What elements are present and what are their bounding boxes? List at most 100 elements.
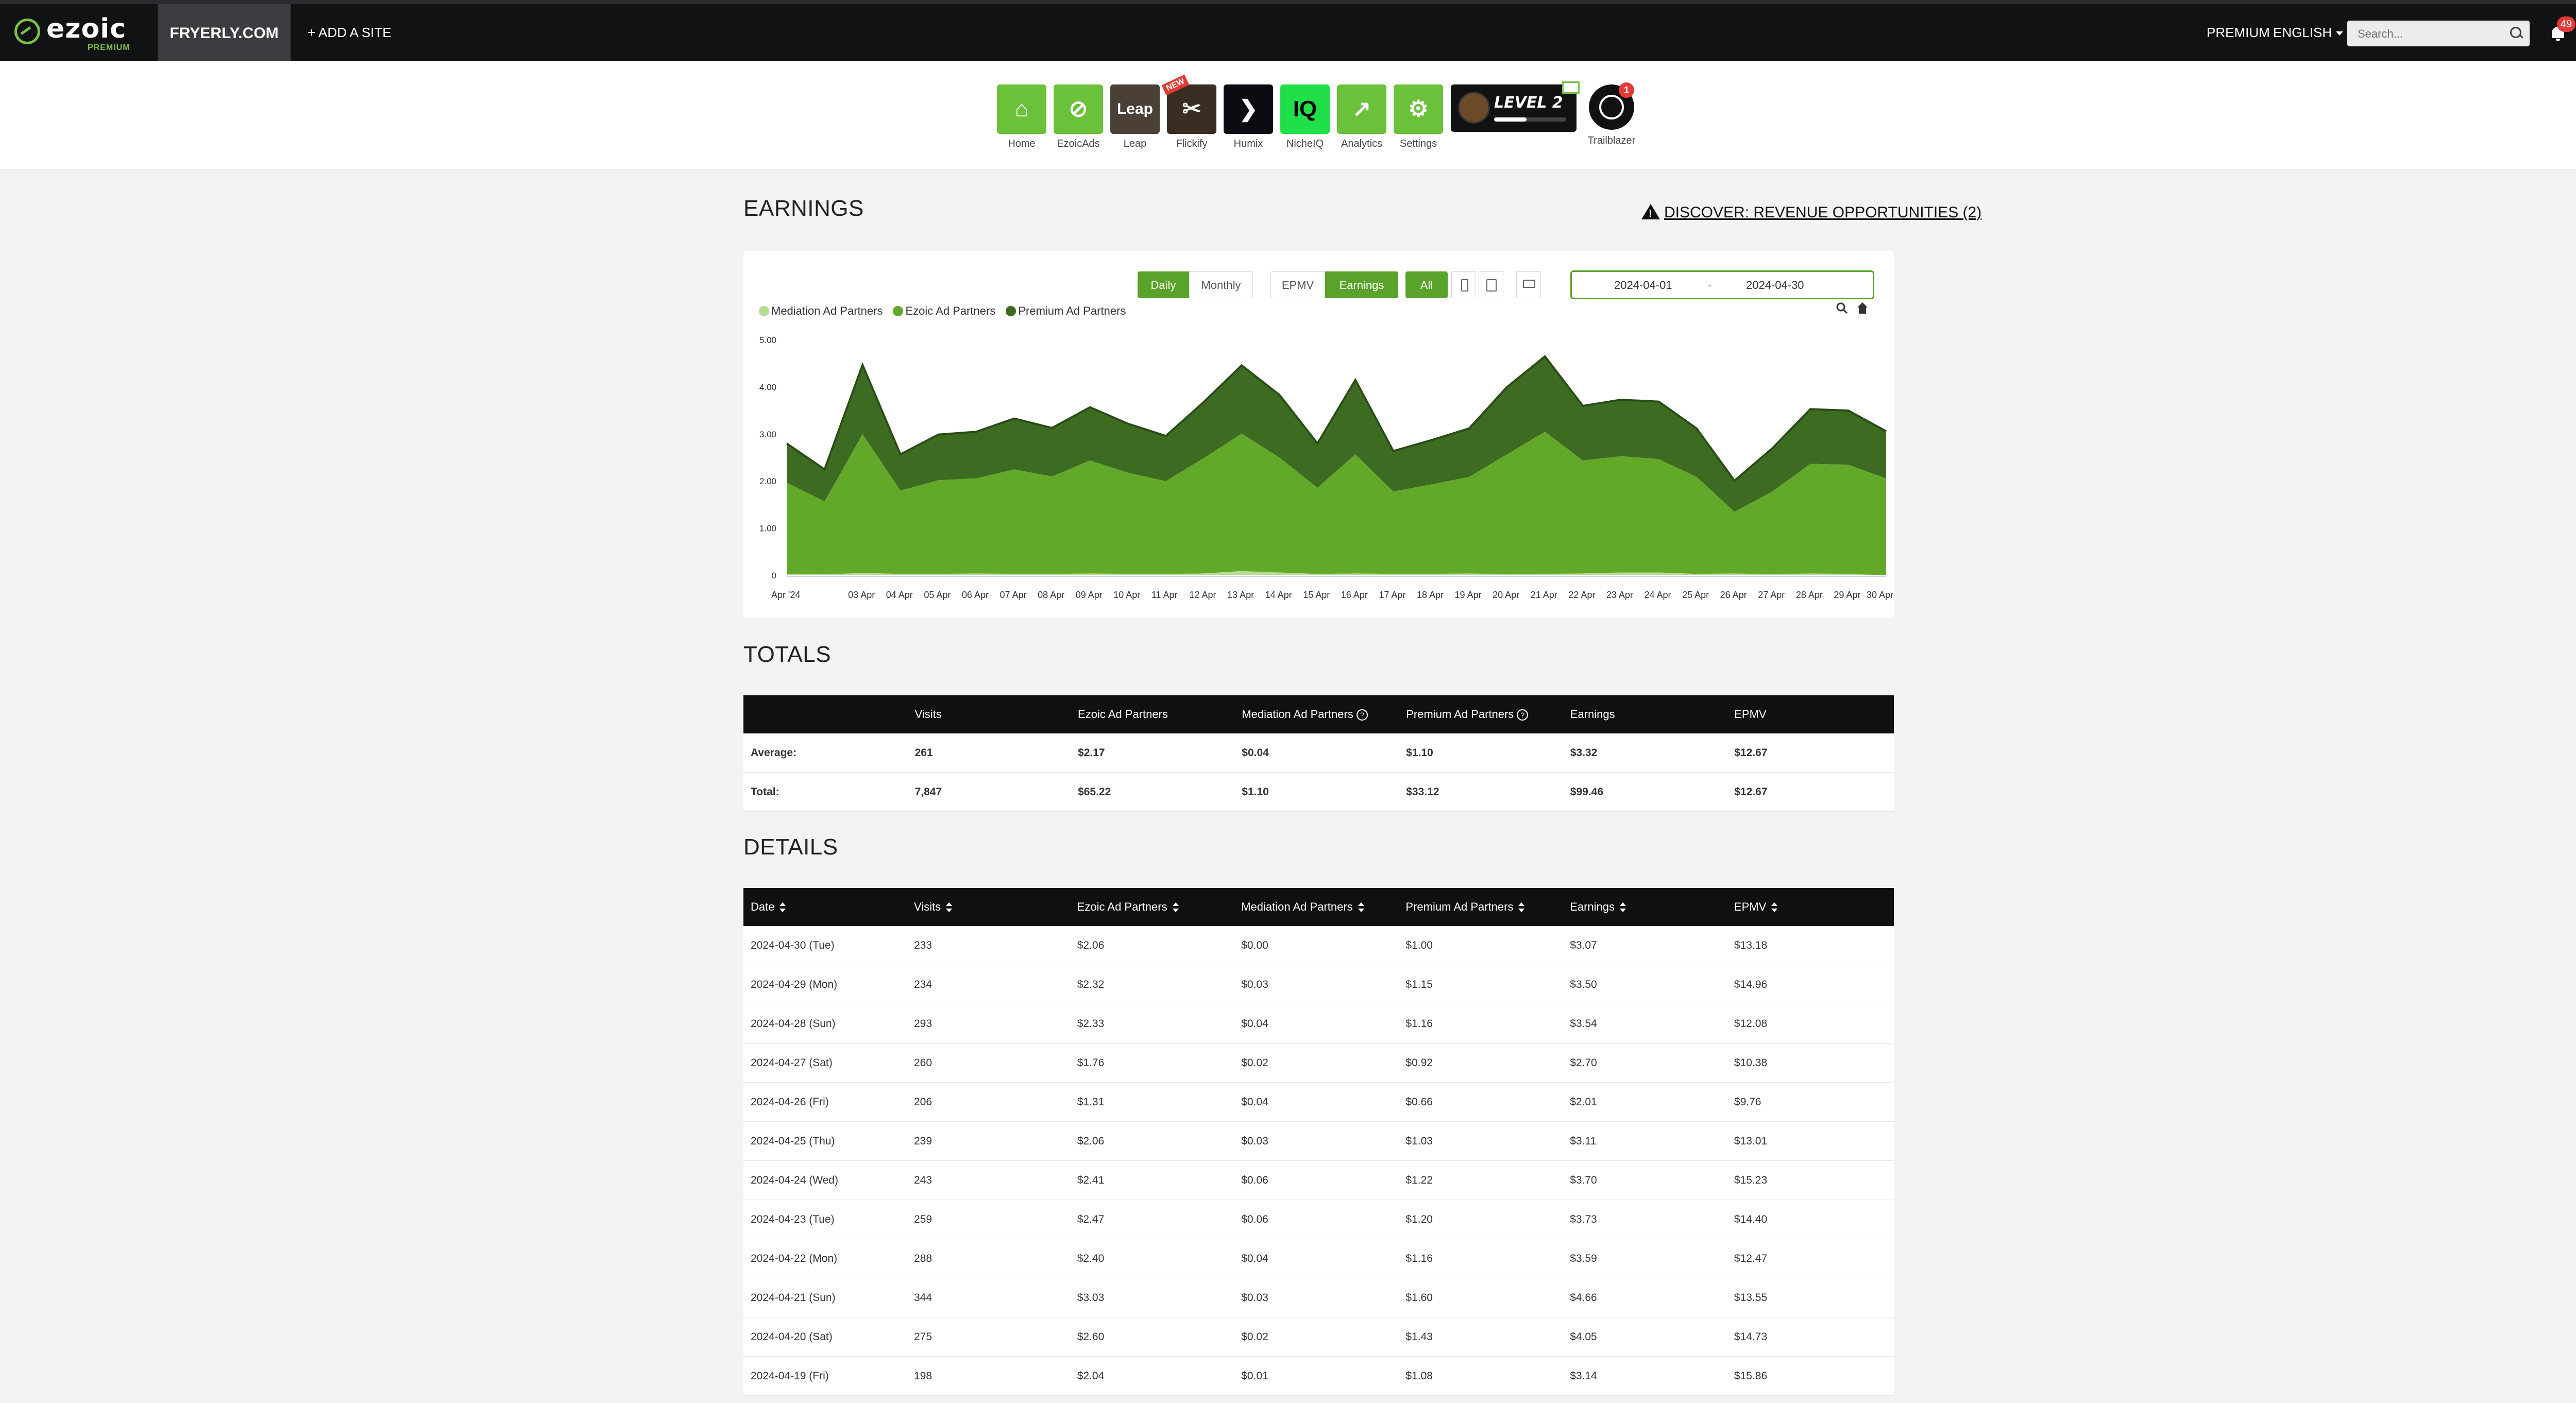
app-humix[interactable]: ❯ Humix	[1224, 84, 1273, 150]
ezoic-logo[interactable]: ezoic PREMIUM	[14, 13, 143, 52]
app-glyph: ⌂	[1014, 96, 1029, 122]
epmv-button[interactable]: EPMV	[1270, 271, 1325, 298]
level-badge[interactable]: LEVEL 2	[1451, 84, 1577, 132]
desktop-device-icon[interactable]	[1516, 271, 1541, 298]
site-name: FRYERLY.COM	[170, 25, 279, 42]
sort-icon[interactable]	[1771, 901, 1778, 914]
legend-item[interactable]: Ezoic Ad Partners	[893, 304, 995, 318]
x-tick-label: 30 Apr	[1867, 590, 1893, 600]
table-cell: $1.00	[1398, 926, 1563, 965]
level-text: LEVEL 2	[1494, 94, 1563, 112]
date-range-picker[interactable]: 2024-04-01 - 2024-04-30	[1570, 270, 1874, 299]
sort-icon[interactable]	[946, 901, 953, 914]
trailblazer-app[interactable]: 1 Trailblazer	[1587, 81, 1636, 147]
column-header-label: Ezoic Ad Partners	[1078, 708, 1168, 721]
column-header[interactable]: Mediation Ad Partners	[1234, 888, 1399, 926]
column-header[interactable]: Earnings	[1563, 888, 1727, 926]
column-header[interactable]: Ezoic Ad Partners	[1070, 888, 1234, 926]
search-input[interactable]	[2357, 24, 2508, 44]
table-cell: Average:	[743, 733, 908, 773]
column-header[interactable]: EPMV	[1726, 888, 1894, 926]
table-cell: 261	[907, 733, 1071, 773]
table-cell: $3.70	[1563, 1160, 1727, 1200]
daily-button[interactable]: Daily	[1138, 271, 1189, 298]
ezoic-logo-icon	[14, 19, 40, 44]
mobile-device-icon[interactable]	[1451, 271, 1476, 298]
x-tick-label: 15 Apr	[1303, 590, 1330, 600]
area-series-premium-ad-partners	[787, 356, 1886, 512]
search-icon[interactable]	[2510, 27, 2521, 38]
x-tick-label: 17 Apr	[1379, 590, 1405, 600]
table-cell: $12.67	[1727, 772, 1894, 812]
table-row: 2024-04-27 (Sat) 260 $1.76 $0.02 $0.92 $2.70 $…	[743, 1043, 1894, 1083]
table-cell: $0.02	[1234, 1317, 1399, 1357]
site-selector[interactable]: FRYERLY.COM	[158, 4, 291, 61]
premium-link[interactable]: PREMIUM	[2207, 25, 2270, 41]
table-row: 2024-04-21 (Sun) 344 $3.03 $0.03 $1.60 $4.66 $…	[743, 1278, 1894, 1318]
sort-icon[interactable]	[1620, 901, 1626, 914]
app-label: Settings	[1399, 138, 1437, 149]
sort-icon[interactable]	[1172, 901, 1179, 914]
nicheiq-icon: IQ	[1280, 84, 1330, 134]
table-cell: $0.00	[1234, 926, 1399, 965]
date-to[interactable]: 2024-04-30	[1746, 279, 1804, 292]
zoom-icon[interactable]	[1836, 302, 1848, 314]
help-icon[interactable]: ?	[1356, 709, 1368, 721]
table-cell: 2024-04-25 (Thu)	[743, 1121, 907, 1161]
table-cell: $2.06	[1070, 1121, 1234, 1161]
app-leap[interactable]: Leap Leap	[1110, 84, 1160, 150]
envelope-icon[interactable]	[1562, 81, 1580, 94]
table-cell: $1.31	[1070, 1082, 1234, 1122]
app-home[interactable]: ⌂ Home	[997, 84, 1046, 150]
legend-label: Mediation Ad Partners	[771, 304, 883, 317]
table-row: 2024-04-28 (Sun) 293 $2.33 $0.04 $1.16 $3.54 $…	[743, 1004, 1894, 1043]
earnings-button[interactable]: Earnings	[1325, 271, 1398, 298]
table-cell: $0.04	[1234, 733, 1399, 773]
sort-icon[interactable]	[1518, 901, 1525, 914]
language-dropdown[interactable]: ENGLISH	[2273, 25, 2344, 41]
app-nicheiq[interactable]: IQ NicheIQ	[1280, 84, 1330, 150]
table-row: 2024-04-19 (Fri) 198 $2.04 $0.01 $1.08 $3.14 $…	[743, 1356, 1894, 1396]
column-header: Mediation Ad Partners?	[1234, 695, 1399, 733]
table-cell: $4.05	[1563, 1317, 1727, 1357]
legend-item[interactable]: Mediation Ad Partners	[759, 304, 883, 318]
legend-swatch	[893, 306, 904, 316]
x-tick-label: Apr '24	[771, 590, 800, 600]
x-tick-label: 21 Apr	[1531, 590, 1557, 600]
logo-wordmark: ezoic	[46, 13, 126, 44]
column-header[interactable]: Premium Ad Partners	[1398, 888, 1563, 926]
help-icon[interactable]: ?	[1517, 709, 1529, 721]
app-flickify[interactable]: ✂ NEW Flickify	[1161, 74, 1216, 150]
search-box[interactable]	[2347, 21, 2530, 46]
y-tick-label: 4.00	[759, 382, 776, 392]
add-site-link[interactable]: + ADD A SITE	[308, 25, 392, 41]
legend-item[interactable]: Premium Ad Partners	[1006, 304, 1126, 318]
area-series-ezoic-ad-partners	[787, 432, 1886, 575]
details-table: Date Visits Ezoic Ad Partners Mediation Ad …	[743, 888, 1894, 1396]
totals-title: TOTALS	[743, 642, 832, 667]
sort-icon[interactable]	[1358, 901, 1364, 914]
table-cell: $1.16	[1398, 1239, 1563, 1278]
table-cell: 239	[906, 1121, 1070, 1161]
column-header[interactable]: Date	[743, 888, 907, 926]
tablet-device-icon[interactable]	[1479, 271, 1503, 298]
table-cell: $1.10	[1234, 772, 1399, 812]
all-devices-button[interactable]: All	[1405, 271, 1448, 298]
sort-icon[interactable]	[779, 901, 786, 914]
humix-icon: ❯	[1224, 84, 1273, 134]
column-header: Premium Ad Partners?	[1399, 695, 1563, 733]
date-from[interactable]: 2024-04-01	[1614, 279, 1672, 292]
table-cell: $10.38	[1726, 1043, 1894, 1083]
column-header: Visits	[907, 695, 1071, 733]
table-cell: $12.47	[1726, 1239, 1894, 1278]
column-header[interactable]: Visits	[906, 888, 1070, 926]
y-tick-label: 0	[772, 571, 776, 580]
table-cell: $2.32	[1070, 965, 1234, 1004]
app-ezoicads[interactable]: ⊘ EzoicAds	[1054, 84, 1103, 150]
discover-revenue-link[interactable]: ! DISCOVER: REVENUE OPPORTUNITIES (2)	[1641, 204, 1981, 221]
app-analytics[interactable]: ↗ Analytics	[1337, 84, 1386, 150]
legend-swatch	[759, 306, 769, 316]
reset-zoom-home-icon[interactable]	[1857, 302, 1868, 314]
app-settings[interactable]: ⚙ Settings	[1394, 84, 1443, 150]
monthly-button[interactable]: Monthly	[1189, 271, 1253, 298]
